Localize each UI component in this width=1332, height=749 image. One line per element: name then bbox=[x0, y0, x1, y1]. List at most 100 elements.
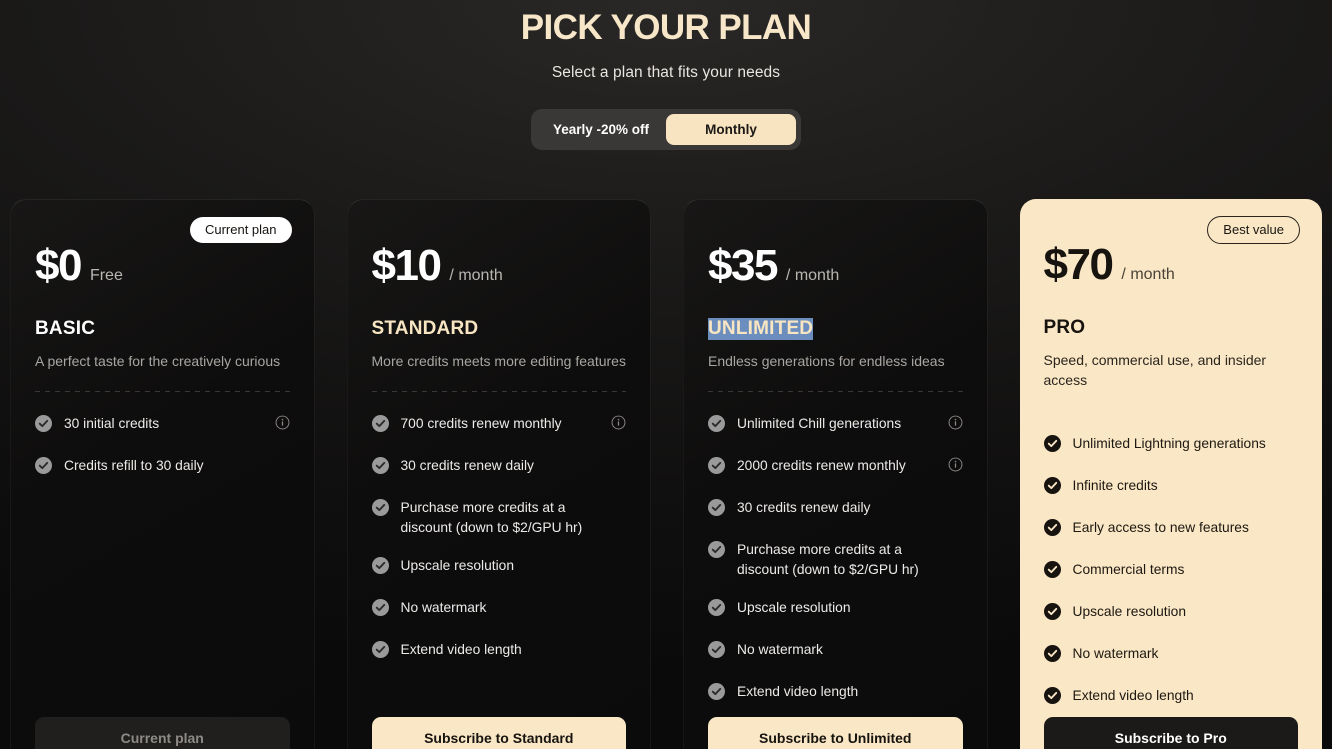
feature-item: 30 credits renew daily bbox=[708, 498, 963, 521]
feature-label: Upscale resolution bbox=[737, 600, 851, 616]
feature-item: Infinite credits bbox=[1043, 476, 1299, 499]
feature-label: Extend video length bbox=[1072, 687, 1194, 703]
feature-label: Infinite credits bbox=[1072, 477, 1158, 493]
plan-price-row: $35 / month bbox=[708, 244, 963, 288]
check-circle-icon bbox=[371, 557, 389, 579]
feature-label: Purchase more credits at a discount (dow… bbox=[400, 500, 583, 535]
feature-item: Purchase more credits at a discount (dow… bbox=[371, 498, 627, 537]
page-title: PICK YOUR PLAN bbox=[520, 8, 812, 47]
page-header: PICK YOUR PLAN Select a plan that fits y… bbox=[0, 0, 1332, 82]
plan-period: Free bbox=[89, 267, 123, 284]
feature-item: Purchase more credits at a discount (dow… bbox=[708, 540, 963, 579]
toggle-option-monthly[interactable]: Monthly bbox=[666, 114, 796, 145]
check-circle-icon bbox=[1043, 518, 1061, 541]
plan-name: BASIC bbox=[35, 318, 96, 339]
feature-label: Extend video length bbox=[400, 642, 522, 658]
feature-label: Credits refill to 30 daily bbox=[64, 458, 204, 474]
feature-item: Credits refill to 30 daily bbox=[35, 456, 290, 479]
feature-label: Early access to new features bbox=[1072, 519, 1249, 535]
plan-feature-list: Unlimited Lightning generations Infinite … bbox=[1043, 434, 1299, 709]
check-circle-icon bbox=[1043, 560, 1061, 583]
plan-price: $10 bbox=[371, 241, 442, 290]
check-circle-icon bbox=[371, 415, 389, 437]
feature-label: Extend video length bbox=[737, 684, 859, 700]
billing-toggle-wrap: Yearly -20% off Monthly bbox=[0, 109, 1332, 150]
feature-item: Extend video length bbox=[371, 640, 627, 663]
check-circle-icon bbox=[708, 541, 725, 563]
feature-label: Upscale resolution bbox=[400, 558, 515, 574]
feature-label: No watermark bbox=[400, 600, 487, 616]
check-circle-icon bbox=[1043, 434, 1061, 457]
check-circle-icon bbox=[35, 415, 52, 437]
plan-name: STANDARD bbox=[371, 318, 479, 339]
feature-item: 30 credits renew daily bbox=[371, 456, 627, 479]
feature-label: 2000 credits renew monthly bbox=[737, 458, 906, 474]
check-circle-icon bbox=[1043, 476, 1061, 499]
plan-price: $35 bbox=[708, 241, 778, 290]
plan-feature-list: Unlimited Chill generations 2000 credits … bbox=[708, 414, 963, 705]
plan-period: / month bbox=[449, 267, 503, 284]
feature-item: Upscale resolution bbox=[708, 598, 963, 621]
plan-divider bbox=[35, 391, 290, 393]
check-circle-icon bbox=[1043, 644, 1061, 667]
feature-label: 30 credits renew daily bbox=[400, 458, 534, 474]
feature-label: Commercial terms bbox=[1072, 561, 1185, 577]
info-icon[interactable] bbox=[948, 457, 963, 477]
info-icon[interactable] bbox=[611, 415, 626, 435]
check-circle-icon bbox=[708, 641, 725, 663]
plan-cta-button[interactable]: Subscribe to Pro bbox=[1043, 717, 1298, 749]
check-circle-icon bbox=[708, 415, 725, 437]
plan-divider bbox=[708, 391, 963, 393]
plan-cta-button[interactable]: Subscribe to Unlimited bbox=[708, 717, 963, 749]
plan-badge: Current plan bbox=[189, 217, 292, 243]
feature-label: 30 credits renew daily bbox=[737, 500, 871, 516]
plan-cards: Current plan $0 Free BASIC A perfect taste f… bbox=[0, 199, 1332, 749]
plan-price-row: $70 / month bbox=[1044, 243, 1299, 287]
plan-price: $0 bbox=[35, 241, 82, 290]
feature-label: Upscale resolution bbox=[1072, 603, 1187, 619]
toggle-option-yearly[interactable]: Yearly -20% off bbox=[536, 114, 666, 145]
check-circle-icon bbox=[1043, 686, 1061, 709]
check-circle-icon bbox=[371, 641, 389, 663]
feature-item: Unlimited Lightning generations bbox=[1043, 434, 1299, 457]
feature-label: 700 credits renew monthly bbox=[400, 416, 562, 432]
check-circle-icon bbox=[1043, 602, 1061, 625]
plan-cta-button[interactable]: Current plan bbox=[35, 717, 290, 749]
check-circle-icon bbox=[708, 683, 725, 705]
plan-card-unlimited: $35 / month UNLIMITED Endless generations f… bbox=[683, 199, 988, 749]
check-circle-icon bbox=[708, 599, 725, 621]
feature-item: Early access to new features bbox=[1043, 518, 1299, 541]
plan-card-basic: Current plan $0 Free BASIC A perfect taste f… bbox=[10, 199, 315, 749]
plan-name: PRO bbox=[1043, 317, 1086, 338]
info-icon[interactable] bbox=[275, 415, 290, 435]
feature-item: Extend video length bbox=[708, 682, 963, 705]
plan-card-standard: $10 / month STANDARD More credits meets mor… bbox=[346, 199, 651, 749]
plan-cta-button[interactable]: Subscribe to Standard bbox=[371, 717, 626, 749]
plan-divider bbox=[1044, 411, 1299, 412]
plan-description: A perfect taste for the creatively curio… bbox=[35, 353, 281, 369]
plan-description: Speed, commercial use, and insider acces… bbox=[1043, 352, 1267, 389]
billing-toggle[interactable]: Yearly -20% off Monthly bbox=[531, 109, 801, 150]
plan-period: / month bbox=[785, 267, 840, 284]
plan-divider bbox=[371, 391, 626, 393]
feature-item: 30 initial credits bbox=[35, 414, 290, 437]
feature-label: No watermark bbox=[1072, 645, 1159, 661]
feature-label: Unlimited Lightning generations bbox=[1072, 435, 1266, 451]
feature-label: No watermark bbox=[737, 642, 823, 658]
feature-item: 700 credits renew monthly bbox=[371, 414, 627, 437]
plan-name: UNLIMITED bbox=[708, 318, 814, 340]
plan-description: Endless generations for endless ideas bbox=[708, 353, 945, 369]
check-circle-icon bbox=[35, 457, 52, 479]
plan-price: $70 bbox=[1043, 240, 1114, 289]
feature-item: Upscale resolution bbox=[371, 556, 627, 579]
page-subtitle: Select a plan that fits your needs bbox=[551, 64, 781, 81]
check-circle-icon bbox=[371, 457, 389, 479]
check-circle-icon bbox=[708, 499, 725, 521]
info-icon[interactable] bbox=[948, 415, 963, 435]
plan-badge: Best value bbox=[1207, 216, 1300, 244]
feature-item: Unlimited Chill generations bbox=[708, 414, 963, 437]
plan-feature-list: 30 initial credits Credits refill to 30 d… bbox=[35, 414, 290, 479]
plan-period: / month bbox=[1121, 266, 1175, 283]
feature-label: 30 initial credits bbox=[64, 416, 160, 432]
plan-description: More credits meets more editing features bbox=[371, 353, 626, 369]
